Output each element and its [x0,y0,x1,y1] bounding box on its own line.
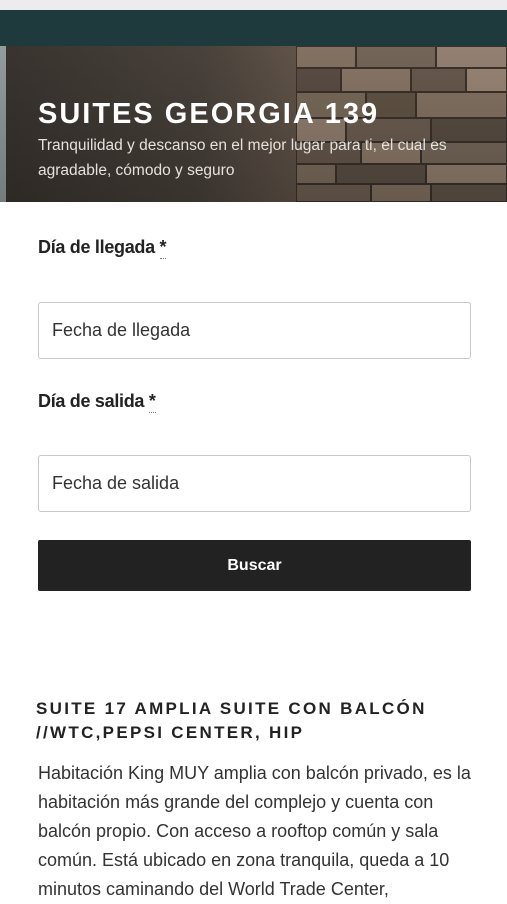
site-header-hero: SUITES GEORGIA 139 Tranquilidad y descan… [0,46,507,202]
site-tagline: Tranquilidad y descanso en el mejor luga… [38,137,447,179]
departure-date-label: Día de salida * [38,391,156,413]
departure-label-text: Día de salida [38,391,145,411]
arrival-date-label: Día de llegada * [38,237,167,259]
site-title[interactable]: SUITES GEORGIA 139 [38,98,379,131]
required-marker: * [159,237,167,259]
arrival-date-input[interactable] [38,302,471,359]
departure-date-input[interactable] [38,455,471,512]
navigation-bar [0,10,507,46]
required-marker: * [148,391,156,413]
search-button[interactable]: Buscar [38,540,471,591]
room-description: Habitación King MUY amplia con balcón pr… [38,763,471,899]
arrival-label-text: Día de llegada [38,237,155,257]
room-title[interactable]: SUITE 17 AMPLIA SUITE CON BALCÓN //WTC,P… [36,697,476,745]
browser-top-strip [0,0,507,10]
